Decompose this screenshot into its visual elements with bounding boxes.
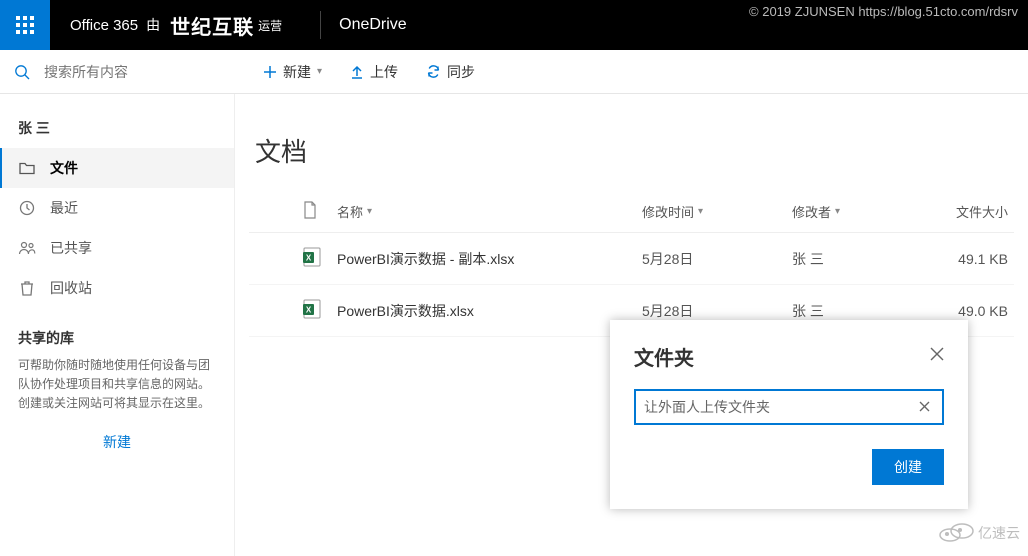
file-name[interactable]: PowerBI演示数据 - 副本.xlsx [337,249,642,269]
sidebar-item-label: 已共享 [50,238,92,258]
brand: Office 365 由 世纪互联 运营 [50,11,302,40]
sidebar-new-link[interactable]: 新建 [0,414,234,470]
command-bar: 新建 ▾ 上传 同步 [0,50,1028,94]
copyright-text: © 2019 ZJUNSEN https://blog.51cto.com/rd… [749,4,1018,19]
excel-icon: X [303,247,321,267]
close-icon [919,401,930,412]
excel-icon: X [303,299,321,319]
file-header-icon [303,201,317,219]
sidebar-item-recycle[interactable]: 回收站 [0,268,234,308]
sync-button[interactable]: 同步 [426,62,475,82]
chevron-down-icon: ▾ [367,206,372,217]
commands: 新建 ▾ 上传 同步 [235,62,475,82]
create-folder-dialog: 文件夹 创建 [610,320,968,509]
sidebar-item-recent[interactable]: 最近 [0,188,234,228]
upload-icon [350,65,364,79]
file-table: 名称▾ 修改时间▾ 修改者▾ 文件大小 X PowerBI演示数据 - 副本.x… [249,191,1014,337]
file-size: 49.0 KB [942,303,1014,319]
sidebar-item-files[interactable]: 文件 [0,148,234,188]
office365-label: Office 365 [70,17,138,34]
divider [320,11,321,39]
chevron-down-icon: ▾ [835,206,840,217]
by-label: 由 [146,15,160,35]
upload-label: 上传 [370,62,398,82]
dialog-title: 文件夹 [634,342,694,371]
clock-icon [18,199,36,217]
page-title: 文档 [255,132,1014,169]
sidebar: 张 三 文件 最近 已共享 回收站 共享的库 可帮助你随时随地使用任何设备与团队… [0,94,235,556]
table-header: 名称▾ 修改时间▾ 修改者▾ 文件大小 [249,191,1014,233]
close-icon [930,347,944,361]
file-modified: 5月28日 [642,301,792,321]
file-name[interactable]: PowerBI演示数据.xlsx [337,301,642,321]
folder-name-input[interactable] [644,399,915,415]
operated-label: 运营 [258,17,282,34]
plus-icon [263,65,277,79]
svg-text:亿速云: 亿速云 [978,525,1020,541]
waffle-icon [16,16,34,34]
col-modified[interactable]: 修改时间▾ [642,202,792,221]
sidebar-item-label: 回收站 [50,278,92,298]
svg-text:X: X [306,306,312,315]
col-name[interactable]: 名称▾ [337,202,642,221]
sync-label: 同步 [447,62,475,82]
search-input[interactable] [44,64,204,80]
chevron-down-icon: ▾ [698,206,703,217]
dialog-close-button[interactable] [930,347,944,366]
search-icon [14,64,30,80]
upload-button[interactable]: 上传 [350,62,398,82]
sidebar-item-shared[interactable]: 已共享 [0,228,234,268]
folder-icon [18,159,36,177]
people-icon [18,239,36,257]
chevron-down-icon: ▾ [317,66,322,77]
clear-input-button[interactable] [915,399,934,415]
new-label: 新建 [283,62,311,82]
file-by: 张 三 [792,301,942,321]
table-row[interactable]: X PowerBI演示数据 - 副本.xlsx 5月28日 张 三 49.1 K… [249,233,1014,285]
shared-libs-title: 共享的库 [0,308,234,356]
col-by[interactable]: 修改者▾ [792,202,942,221]
brand-cn: 世纪互联 [170,11,254,40]
file-by: 张 三 [792,249,942,269]
sidebar-item-label: 文件 [50,158,78,178]
recycle-icon [18,279,36,297]
col-size[interactable]: 文件大小 [942,202,1014,221]
file-size: 49.1 KB [942,251,1014,267]
sync-icon [426,64,441,79]
create-button[interactable]: 创建 [872,449,944,485]
search-box[interactable] [0,64,235,80]
folder-name-field[interactable] [634,389,944,425]
sidebar-item-label: 最近 [50,198,78,218]
app-name[interactable]: OneDrive [339,16,407,34]
app-launcher-button[interactable] [0,0,50,50]
new-button[interactable]: 新建 ▾ [263,62,322,82]
shared-libs-help: 可帮助你随时随地使用任何设备与团队协作处理项目和共享信息的网站。创建或关注网站可… [0,356,234,414]
watermark: 亿速云 [936,517,1024,550]
username: 张 三 [0,108,234,148]
svg-text:X: X [306,254,312,263]
file-modified: 5月28日 [642,249,792,269]
